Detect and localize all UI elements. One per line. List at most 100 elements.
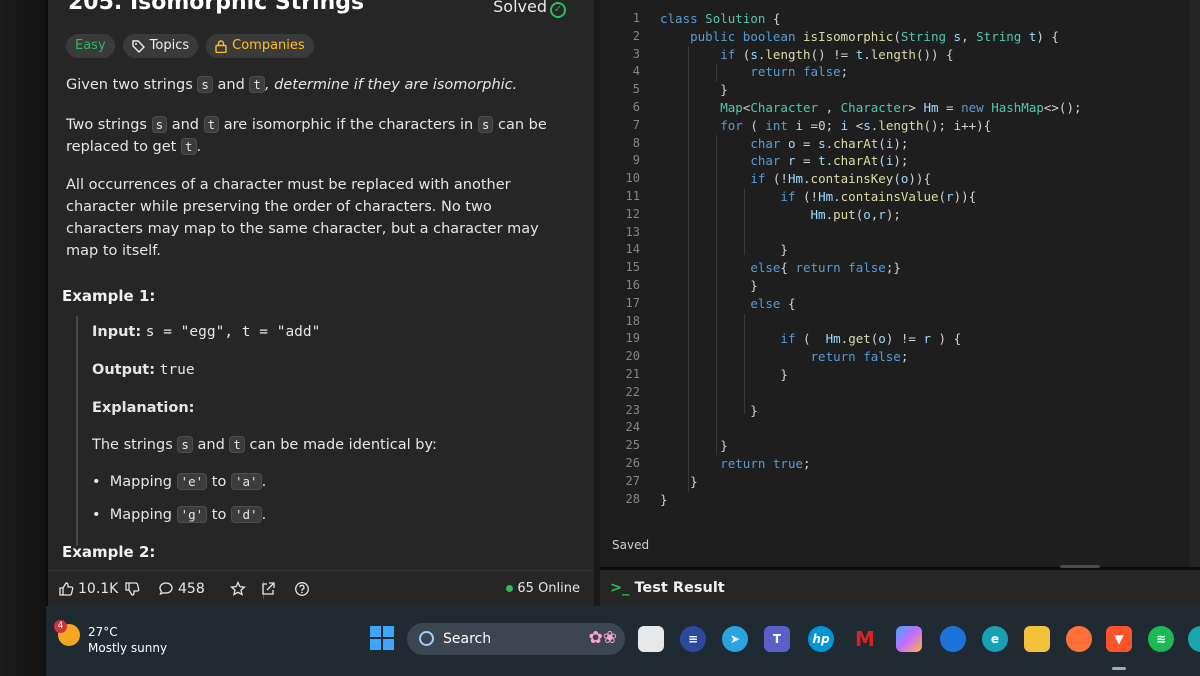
external-link-icon (262, 582, 275, 595)
online-dot-icon (506, 585, 514, 592)
line-number: 27 (625, 473, 640, 488)
weather-widget[interactable]: 4 27°C Mostly sunny (54, 620, 167, 656)
code-line[interactable]: Hm.put(o,r); (660, 206, 1082, 224)
test-result-tab[interactable]: >_ Test Result (610, 580, 725, 596)
inline-code: s (151, 116, 168, 133)
code-line[interactable]: public boolean isIsomorphic(String s, St… (660, 28, 1082, 46)
code-line[interactable]: if (!Hm.containsValue(r)){ (660, 188, 1082, 206)
resize-grip[interactable] (1060, 565, 1100, 568)
line-number: 1 (632, 11, 640, 25)
inline-code: s (197, 76, 213, 93)
edge-beta-icon[interactable] (1188, 626, 1200, 652)
folder-icon[interactable] (1024, 626, 1050, 652)
code-line[interactable]: for ( int i =0; i <s.length(); i++){ (660, 117, 1082, 135)
test-result-label: Test Result (634, 580, 725, 596)
text: are isomorphic if the characters in (219, 117, 478, 133)
code-line[interactable]: } (660, 437, 1082, 455)
difficulty-tag[interactable]: Easy (66, 34, 115, 58)
search-label: Search (443, 631, 492, 647)
taskbar-search[interactable]: Search ✿❀ (407, 623, 625, 655)
win-tile (383, 639, 394, 650)
help-button[interactable] (294, 581, 310, 597)
code-line[interactable]: char r = t.charAt(i); (660, 152, 1082, 170)
text: can be made identical by: (244, 437, 437, 453)
spotify-icon[interactable]: ≋ (1148, 626, 1174, 652)
code-line[interactable]: if (s.length() != t.length()) { (660, 46, 1082, 64)
problem-panel: 205. Isomorphic Strings Solved ✓ Easy Top… (48, 0, 594, 606)
tag-icon (131, 39, 145, 53)
thumbs-up-icon (59, 582, 74, 596)
problem-title: 205. Isomorphic Strings (68, 0, 365, 15)
code-line[interactable]: } (660, 241, 1082, 259)
hp-icon[interactable]: hp (808, 626, 834, 652)
code-line[interactable]: else { (660, 295, 1082, 313)
comments-button[interactable]: 458 (158, 581, 205, 597)
like-button[interactable]: 10.1K (58, 581, 118, 597)
code-line[interactable]: return false; (660, 348, 1082, 366)
solved-label: Solved (493, 0, 547, 16)
code-area[interactable]: class Solution { public boolean isIsomor… (660, 10, 1082, 508)
code-line[interactable]: } (660, 366, 1082, 384)
like-count: 10.1K (78, 581, 119, 597)
edge-icon[interactable]: e (982, 626, 1008, 652)
text: , determine if they are isomorphic. (264, 77, 518, 93)
code-line[interactable]: else{ return false;} (660, 259, 1082, 277)
code-line[interactable] (660, 384, 1082, 402)
code-line[interactable]: if ( Hm.get(o) != r ) { (660, 330, 1082, 348)
editor-scrollbar[interactable] (1190, 0, 1200, 567)
temperature: 27°C (88, 625, 118, 639)
problem-action-bar: 10.1K 458 65 Online (48, 570, 594, 607)
line-number: 11 (625, 188, 640, 203)
topics-tag[interactable]: Topics (122, 34, 199, 58)
description-p3: All occurrences of a character must be r… (66, 177, 539, 259)
code-line[interactable] (660, 224, 1082, 242)
code-line[interactable]: } (660, 402, 1082, 420)
code-line[interactable]: } (660, 81, 1082, 99)
code-line[interactable]: return true; (660, 455, 1082, 473)
text: to (207, 507, 231, 523)
code-line[interactable]: } (660, 491, 1082, 509)
code-line[interactable] (660, 419, 1082, 437)
example-1-title: Example 1: (62, 287, 156, 305)
favorite-button[interactable] (230, 581, 246, 597)
star-icon (230, 581, 246, 596)
code-line[interactable]: } (660, 277, 1082, 295)
edge-dark-icon[interactable]: ≡ (680, 626, 706, 652)
copilot-icon[interactable] (896, 626, 922, 652)
mapping-bullet: • Mapping 'g' to 'd'. (92, 506, 267, 523)
thumbs-down-icon (125, 582, 140, 596)
firefox-icon[interactable] (1066, 626, 1092, 652)
code-editor[interactable]: 1 2 3 4 5 6 7 8 9 10 11 12 13 14 15 16 17 18 19 20 21 22 23 24 2… (600, 0, 1200, 567)
share-button[interactable] (260, 581, 276, 597)
sun-icon: 4 (54, 620, 80, 646)
test-result-panel: >_ Test Result (600, 565, 1200, 606)
code-line[interactable]: return false; (660, 63, 1082, 81)
windows-start-icon[interactable] (370, 626, 394, 650)
code-line[interactable] (660, 313, 1082, 331)
line-number: 7 (632, 117, 640, 132)
line-number: 9 (632, 153, 640, 168)
description-p1: Given two strings s and t, determine if … (66, 74, 566, 96)
text: Mapping (109, 474, 177, 490)
code-line[interactable]: class Solution { (660, 10, 1082, 28)
code-line[interactable]: char o = s.charAt(i); (660, 135, 1082, 153)
telegram-icon[interactable]: ➤ (722, 626, 748, 652)
line-number: 23 (625, 402, 640, 417)
dislike-button[interactable] (124, 581, 140, 597)
line-number: 21 (625, 366, 640, 381)
code-line[interactable]: if (!Hm.containsKey(o)){ (660, 170, 1082, 188)
text: Two strings (66, 117, 152, 133)
code-line[interactable]: } (660, 473, 1082, 491)
code-line[interactable]: Map<Character , Character> Hm = new Hash… (660, 99, 1081, 117)
inline-code: t (229, 436, 245, 453)
inline-code: 'g' (176, 506, 208, 523)
teams-icon[interactable]: T (764, 626, 790, 652)
brave-icon[interactable]: ▼ (1106, 626, 1132, 652)
line-number: 13 (625, 224, 640, 239)
line-number: 19 (625, 331, 640, 346)
mcafee-icon[interactable]: M (852, 626, 878, 652)
chrome-canary-icon[interactable] (940, 626, 966, 652)
line-number: 16 (625, 277, 640, 292)
file-explorer-icon[interactable] (638, 626, 664, 652)
companies-tag[interactable]: Companies (206, 34, 314, 58)
